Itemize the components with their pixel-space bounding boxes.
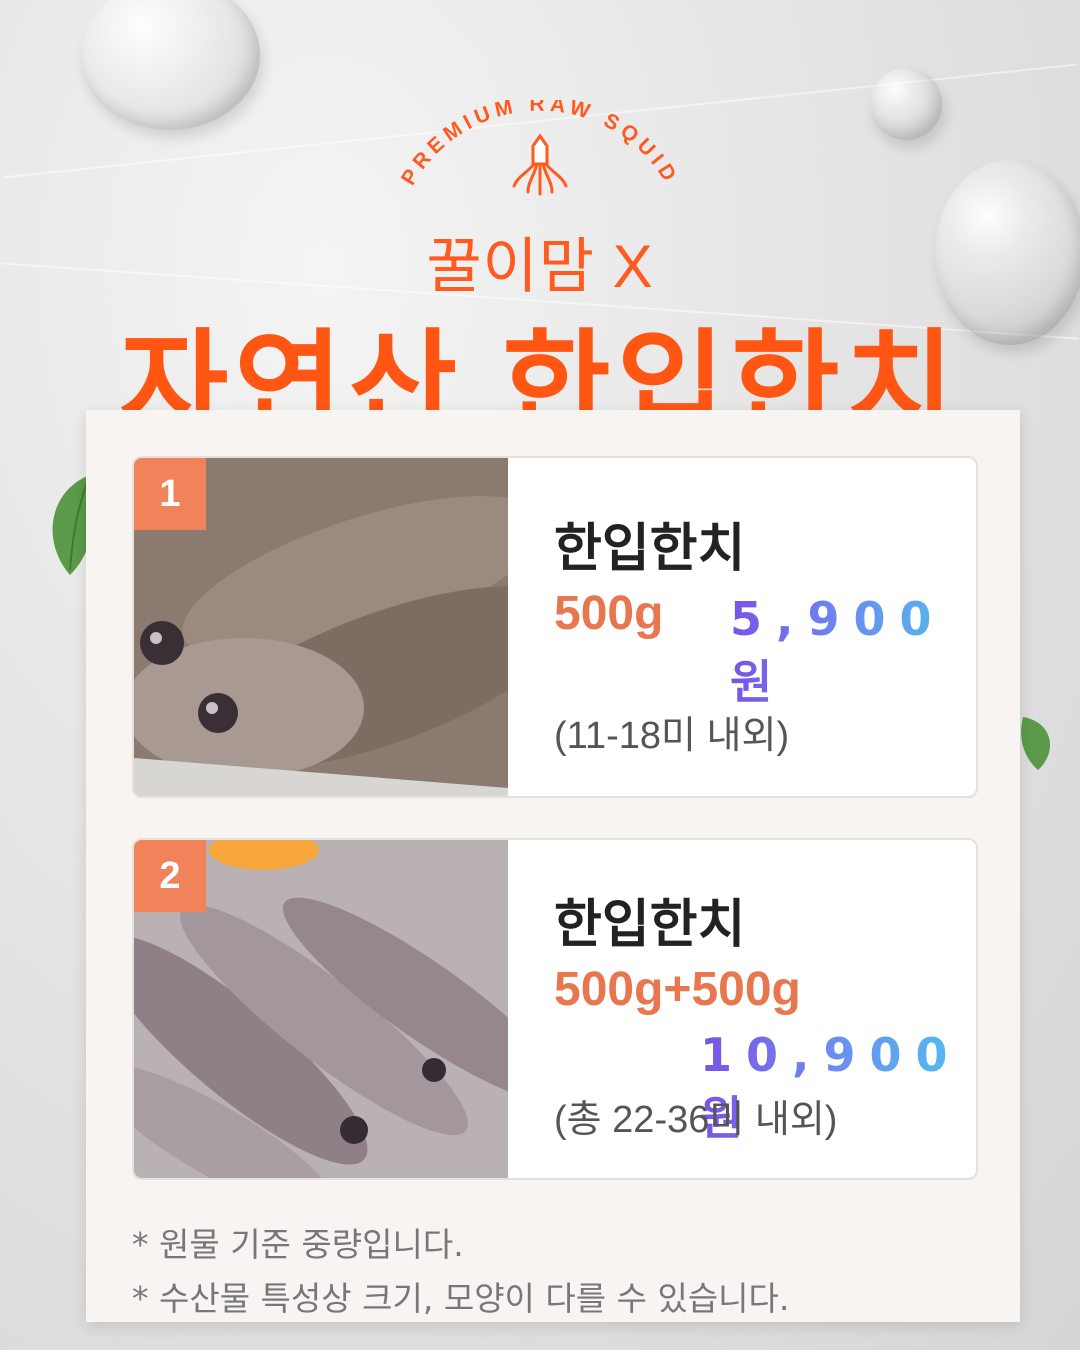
mint-leaf-icon [1021,717,1050,770]
product-name: 한입한치 [554,895,746,955]
product-number-badge: 1 [134,458,206,530]
premium-raw-squid-logo: PREMIUM RAW SQUID [397,100,678,196]
note-variation: * 수산물 특성상 크기, 모양이 다를 수 있습니다. [132,1279,790,1318]
product-count: (총 22-36미 내외) [554,1099,838,1141]
product-weight: 500g+500g [554,963,801,1016]
product-weight: 500g [554,587,664,640]
product-panel: 1 한입한치 500g 5,900원 (11-18미 내외) 2 한입한치 50… [86,410,1020,1322]
squid-icon [512,133,568,196]
product-count: (11-18미 내외) [554,715,790,757]
note-weight: * 원물 기준 중량입니다. [132,1225,464,1264]
header: PREMIUM RAW SQUID 꿀이맘 X 자연산 한입한치 [0,0,1080,453]
product-card-1[interactable]: 1 한입한치 500g 5,900원 (11-18미 내외) [132,456,978,798]
product-number-badge: 2 [134,840,206,912]
product-card-2[interactable]: 2 한입한치 500g+500g 10,900원 (총 22-36미 내외) [132,838,978,1180]
product-price: 5,900원 [730,592,976,712]
product-name: 한입한치 [554,519,746,579]
